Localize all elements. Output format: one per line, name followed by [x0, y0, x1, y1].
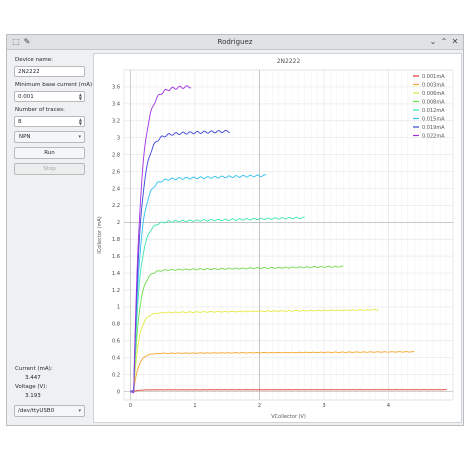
x-tick-label: 0	[129, 403, 132, 409]
y-tick-label: 0.2	[112, 372, 120, 378]
current-value: 3.447	[25, 375, 41, 381]
title-bar: ⬚ ✎ Rodriguez ⌄ ⌃ ✕	[7, 35, 463, 50]
y-tick-label: 2.6	[112, 169, 120, 175]
transistor-type-value: NPN	[19, 134, 31, 140]
y-tick-label: 0.8	[112, 322, 120, 328]
voltage-label: Voltage (V):	[15, 384, 48, 390]
x-tick-label: 2	[258, 403, 261, 409]
chevron-down-icon: ▾	[78, 134, 81, 140]
y-tick-label: 2.4	[112, 186, 120, 192]
num-traces-value: 8	[18, 119, 22, 125]
current-label: Current (mA):	[15, 366, 53, 372]
chevron-down-icon: ▾	[78, 408, 81, 414]
y-tick-label: 3	[117, 135, 120, 141]
x-tick-label: 1	[193, 403, 196, 409]
legend-label: 0.006mA	[422, 91, 445, 97]
num-traces-spinbox[interactable]: 8 ▲ ▼	[14, 116, 85, 127]
serial-port-value: /dev/ttyUSB0	[18, 408, 55, 414]
legend-label: 0.003mA	[422, 82, 445, 88]
x-tick-label: 4	[387, 403, 390, 409]
y-tick-label: 3.4	[112, 102, 120, 108]
y-tick-label: 2.2	[112, 203, 120, 209]
legend-label: 0.008mA	[422, 99, 445, 105]
y-tick-label: 1.4	[112, 271, 120, 277]
num-traces-label: Number of traces:	[15, 107, 65, 113]
min-base-current-spinbox[interactable]: 0.001 ▲ ▼	[14, 91, 85, 102]
iv-curve-chart: 0 1 2 3 4 0 0.2 0.4 0.6 0.8 1 1.2 1.4 1.6 1.8 2 2.2 2.4 2.…	[97, 58, 454, 420]
y-tick-label: 0.4	[112, 355, 120, 361]
legend-label: 0.001mA	[422, 74, 445, 80]
y-tick-label: 1	[117, 305, 120, 311]
legend-label: 0.015mA	[422, 116, 445, 122]
y-tick-label: 2.8	[112, 152, 120, 158]
y-tick-label: 0.6	[112, 339, 120, 345]
run-button[interactable]: Run	[14, 147, 85, 159]
x-axis-label: VCollector (V)	[271, 414, 306, 420]
legend-label: 0.022mA	[422, 133, 445, 139]
stop-button[interactable]: Stop	[14, 163, 85, 175]
y-tick-label: 0	[117, 389, 120, 395]
y-tick-label: 1.2	[112, 288, 120, 294]
minimize-icon[interactable]: ⌄	[428, 37, 438, 47]
maximize-icon[interactable]: ⌃	[439, 37, 449, 47]
y-tick-label: 2	[117, 220, 120, 226]
legend-label: 0.019mA	[422, 125, 445, 131]
voltage-value: 3.193	[25, 393, 41, 399]
y-axis-label: ICollector (mA)	[97, 216, 103, 254]
legend-label: 0.012mA	[422, 108, 445, 114]
control-sidebar: Device name: 2N2222 Minimum base current…	[11, 53, 93, 423]
device-name-input[interactable]: 2N2222	[14, 66, 85, 77]
device-name-label: Device name:	[15, 57, 54, 63]
y-tick-label: 3.6	[112, 85, 120, 91]
transistor-type-select[interactable]: NPN ▾	[14, 131, 85, 143]
x-tick-label: 3	[322, 403, 325, 409]
main-window: ⬚ ✎ Rodriguez ⌄ ⌃ ✕ Device name: 2N2222 …	[6, 34, 464, 426]
chart-title: 2N2222	[277, 58, 301, 65]
y-tick-label: 3.2	[112, 119, 120, 125]
serial-port-select[interactable]: /dev/ttyUSB0 ▾	[14, 405, 85, 417]
window-title: Rodriguez	[217, 38, 253, 46]
spin-arrows-icon[interactable]: ▲ ▼	[79, 118, 82, 126]
chart-panel: 0 1 2 3 4 0 0.2 0.4 0.6 0.8 1 1.2 1.4 1.6 1.8 2 2.2 2.4 2.…	[93, 53, 462, 423]
min-base-current-value: 0.001	[18, 94, 34, 100]
y-tick-label: 1.6	[112, 254, 120, 260]
plot-area	[123, 69, 454, 401]
spin-arrows-icon[interactable]: ▲ ▼	[79, 93, 82, 101]
close-icon[interactable]: ✕	[450, 37, 460, 47]
y-tick-label: 1.8	[112, 237, 120, 243]
min-base-current-label: Minimum base current (mA)	[15, 82, 93, 88]
